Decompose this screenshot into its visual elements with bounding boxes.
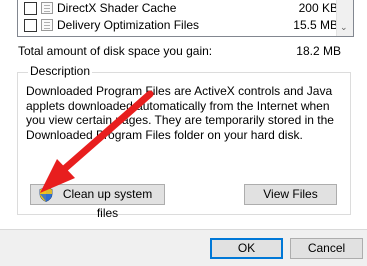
clean-up-system-files-label: Clean up system files <box>62 187 153 220</box>
uac-shield-icon <box>39 187 53 202</box>
checkbox[interactable] <box>24 2 37 15</box>
view-files-button[interactable]: View Files <box>244 184 337 205</box>
list-item[interactable]: Delivery Optimization Files 15.5 MB <box>18 17 338 34</box>
ok-button[interactable]: OK <box>210 238 283 259</box>
chevron-down-icon[interactable]: ⌄ <box>340 23 348 32</box>
files-to-delete-list[interactable]: DirectX Shader Cache 200 KB Delivery Opt… <box>17 0 354 37</box>
cancel-button[interactable]: Cancel <box>290 238 363 259</box>
file-icon <box>41 2 53 14</box>
vertical-scrollbar[interactable]: ⌄ <box>336 0 353 36</box>
view-files-label: View Files <box>263 187 318 201</box>
list-item-size: 200 KB <box>298 1 338 15</box>
list-item[interactable]: DirectX Shader Cache 200 KB <box>18 0 338 17</box>
dialog-content-panel: DirectX Shader Cache 200 KB Delivery Opt… <box>0 0 367 230</box>
list-item-name: Delivery Optimization Files <box>57 18 200 32</box>
list-item-name: DirectX Shader Cache <box>57 1 177 15</box>
description-text: Downloaded Program Files are ActiveX con… <box>26 84 334 142</box>
clean-up-system-files-button[interactable]: Clean up system files <box>30 184 165 220</box>
list-item-size: 15.5 MB <box>293 18 338 32</box>
total-space-value: 18.2 MB <box>296 44 341 58</box>
file-icon <box>41 19 53 31</box>
total-space-label: Total amount of disk space you gain: <box>18 44 213 58</box>
description-title: Description <box>28 64 93 79</box>
ok-label: OK <box>237 241 256 255</box>
cancel-label: Cancel <box>307 241 346 255</box>
checkbox[interactable] <box>24 19 37 32</box>
